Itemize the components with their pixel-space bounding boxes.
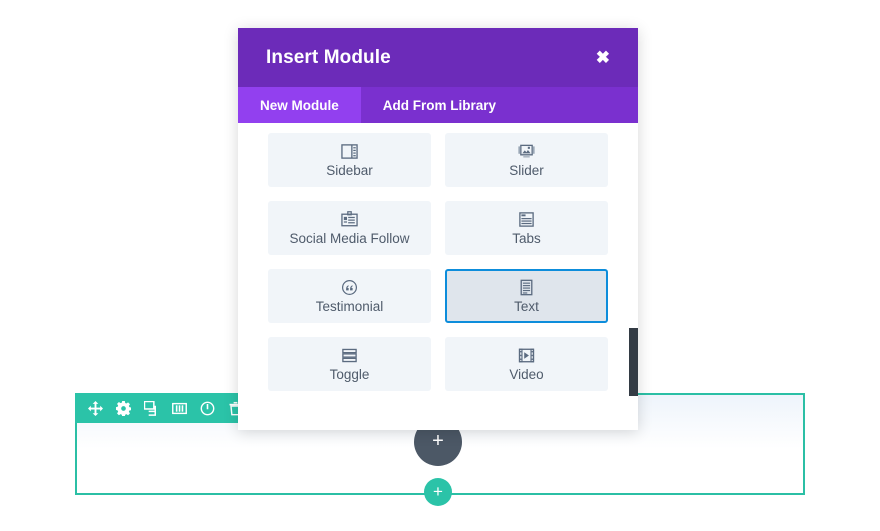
modal-tabs: New Module Add From Library: [238, 87, 638, 123]
tab-add-from-library[interactable]: Add From Library: [361, 87, 518, 123]
module-tile-label: Toggle: [329, 367, 370, 383]
columns-icon: [171, 401, 187, 416]
move-row-button[interactable]: [81, 393, 109, 423]
module-tile-slider[interactable]: Slider: [445, 133, 608, 187]
plus-icon: +: [432, 430, 444, 452]
modal-header: Insert Module ✖: [238, 28, 638, 87]
move-icon: [87, 400, 103, 416]
modal-body: Sidebar Slider Social Media Follow Tabs …: [238, 123, 638, 430]
close-icon[interactable]: ✖: [590, 45, 616, 70]
module-tile-social-media-follow[interactable]: Social Media Follow: [268, 201, 431, 255]
module-tile-label: Tabs: [512, 231, 541, 247]
duplicate-icon: [143, 400, 159, 416]
disable-row-button[interactable]: [193, 393, 221, 423]
film-play-icon: [518, 346, 535, 364]
module-tile-text[interactable]: Text: [445, 269, 608, 323]
duplicate-row-button[interactable]: [137, 393, 165, 423]
toggle-rows-icon: [341, 346, 358, 364]
gear-icon: [115, 400, 131, 416]
module-tile-label: Slider: [509, 163, 544, 179]
text-document-icon: [518, 278, 535, 296]
module-tile-toggle[interactable]: Toggle: [268, 337, 431, 391]
row-toolbar: [75, 393, 255, 423]
module-grid: Sidebar Slider Social Media Follow Tabs …: [268, 133, 608, 391]
power-icon: [200, 401, 215, 416]
module-tile-testimonial[interactable]: Testimonial: [268, 269, 431, 323]
module-tile-sidebar[interactable]: Sidebar: [268, 133, 431, 187]
tab-label: Add From Library: [382, 97, 497, 113]
slider-icon: [518, 142, 535, 160]
modal-scrollbar-thumb[interactable]: [629, 328, 638, 396]
modal-title: Insert Module: [266, 46, 391, 68]
row-settings-button[interactable]: [109, 393, 137, 423]
quote-circle-icon: [341, 278, 358, 296]
contact-card-icon: [341, 210, 358, 228]
module-tile-label: Sidebar: [326, 163, 373, 179]
plus-icon: +: [433, 481, 443, 501]
module-tile-tabs[interactable]: Tabs: [445, 201, 608, 255]
module-tile-label: Video: [509, 367, 544, 383]
add-row-button[interactable]: +: [424, 478, 452, 506]
module-tile-label: Testimonial: [315, 299, 384, 315]
tab-label: New Module: [260, 97, 339, 113]
module-tile-label: Social Media Follow: [289, 231, 410, 247]
sidebar-icon: [341, 142, 358, 160]
module-tile-label: Text: [514, 299, 539, 315]
tabs-icon: [518, 210, 535, 228]
tab-new-module[interactable]: New Module: [238, 87, 361, 123]
module-tile-video[interactable]: Video: [445, 337, 608, 391]
insert-module-modal: Insert Module ✖ New Module Add From Libr…: [238, 28, 638, 430]
change-columns-button[interactable]: [165, 393, 193, 423]
